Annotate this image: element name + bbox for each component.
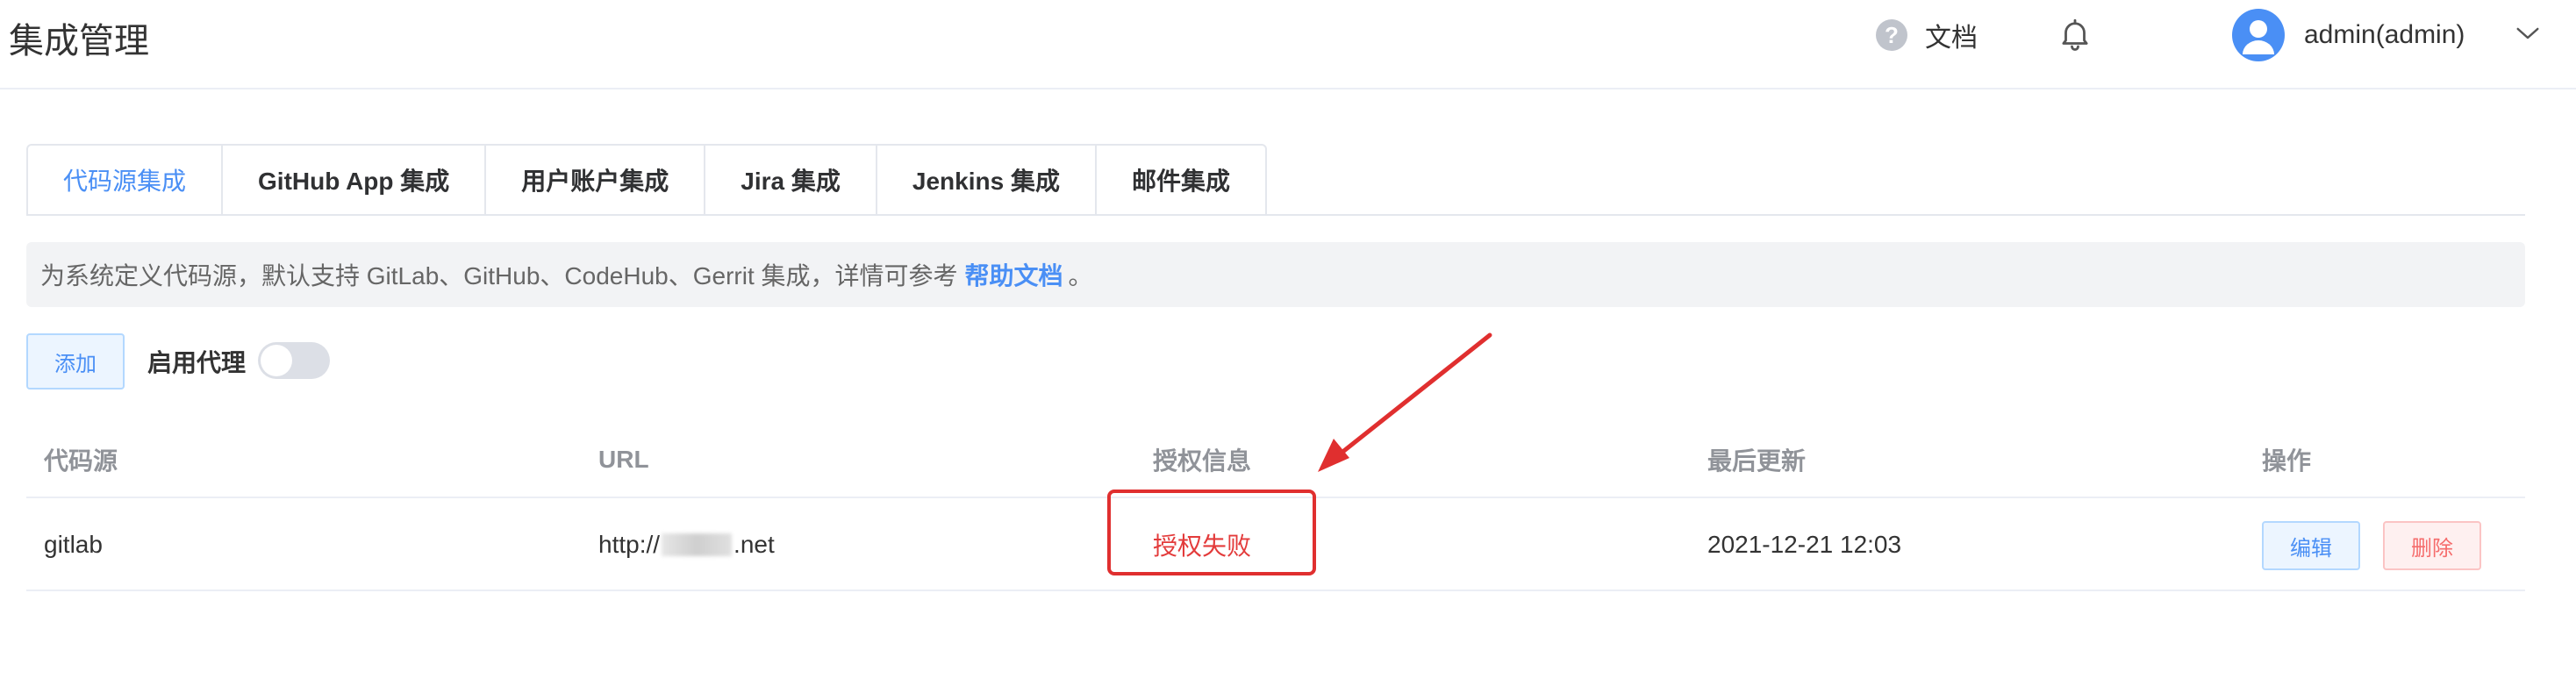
add-button[interactable]: 添加 [26, 333, 125, 390]
url-suffix: .net [733, 531, 775, 558]
tab-code-source[interactable]: 代码源集成 [26, 144, 224, 216]
cell-url: http:// .net [598, 498, 775, 591]
user-menu[interactable]: admin(admin) [2232, 9, 2465, 61]
user-name: admin(admin) [2304, 20, 2465, 49]
avatar-icon [2232, 9, 2285, 61]
redacted-host [662, 533, 733, 556]
tab-email[interactable]: 邮件集成 [1096, 144, 1267, 216]
cell-updated: 2021-12-21 12:03 [1707, 531, 1902, 558]
tab-jira[interactable]: Jira 集成 [705, 144, 877, 216]
edit-button[interactable]: 编辑 [2262, 521, 2360, 570]
docs-label: 文档 [1925, 24, 1978, 53]
info-text: 为系统定义代码源，默认支持 GitLab、GitHub、CodeHub、Gerr… [40, 262, 958, 289]
annotation-highlight-box [1107, 490, 1316, 575]
column-header-url: URL [598, 446, 649, 473]
page-title: 集成管理 [9, 22, 149, 61]
column-header-updated: 最后更新 [1707, 447, 1807, 475]
tab-github-app[interactable]: GitHub App 集成 [223, 144, 487, 216]
help-doc-link[interactable]: 帮助文档 [965, 257, 1063, 292]
info-suffix: 。 [1068, 262, 1093, 289]
help-icon: ? [1876, 19, 1907, 51]
delete-button[interactable]: 删除 [2383, 521, 2481, 570]
table-header: 代码源 URL 授权信息 最后更新 操作 [26, 421, 2525, 498]
bell-icon[interactable] [2057, 16, 2093, 53]
info-banner: 为系统定义代码源，默认支持 GitLab、GitHub、CodeHub、Gerr… [26, 242, 2525, 307]
cell-source: gitlab [44, 531, 103, 558]
tab-user-account[interactable]: 用户账户集成 [486, 144, 706, 216]
column-header-auth: 授权信息 [1153, 447, 1252, 475]
tab-jenkins[interactable]: Jenkins 集成 [877, 144, 1097, 216]
column-header-source: 代码源 [44, 447, 118, 475]
annotation-arrow [1318, 332, 1492, 472]
tabs-divider [26, 214, 2525, 216]
proxy-toggle[interactable] [258, 342, 330, 379]
proxy-label: 启用代理 [147, 349, 247, 376]
url-prefix: http:// [598, 531, 661, 558]
column-header-actions: 操作 [2262, 447, 2312, 475]
integration-tabs: 代码源集成 GitHub App 集成 用户账户集成 Jira 集成 Jenki… [26, 144, 1267, 216]
docs-link[interactable]: ? 文档 [1876, 16, 1978, 54]
header: 集成管理 ? 文档 admin(admin) [0, 0, 2576, 89]
chevron-down-icon[interactable] [2515, 23, 2541, 44]
toggle-knob [261, 345, 292, 376]
